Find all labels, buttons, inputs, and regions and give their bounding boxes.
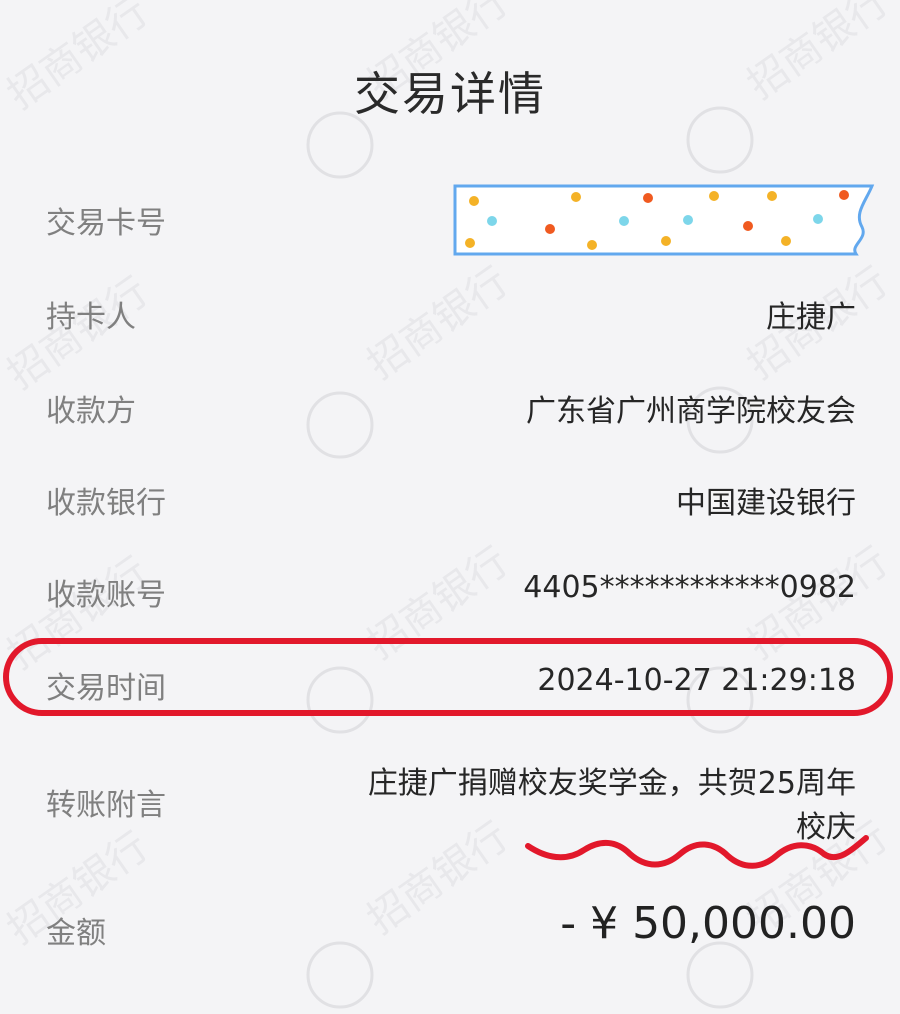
underline-squiggle [525, 835, 869, 869]
receiving-account-label: 收款账号 [46, 578, 166, 613]
card-number-label: 交易卡号 [46, 206, 166, 241]
page-title: 交易详情 [354, 67, 546, 121]
amount-label: 金额 [46, 916, 106, 951]
receiving-bank-value: 中国建设银行 [676, 486, 856, 521]
receiving-account-value: 4405************0982 [523, 570, 856, 605]
redaction-tape [453, 184, 875, 256]
watermark-text: 招商银行 [359, 814, 516, 943]
receiving-bank-label: 收款银行 [46, 486, 166, 521]
cardholder-label: 持卡人 [46, 300, 136, 335]
screen: { "page": { "title": "交易详情" }, "details"… [0, 0, 900, 1014]
transaction-time-value: 2024-10-27 21:29:18 [537, 663, 856, 698]
memo-label: 转账附言 [46, 788, 166, 823]
amount-value: - ¥ 50,000.00 [560, 898, 856, 949]
transaction-time-label: 交易时间 [46, 671, 166, 706]
memo-line-1: 庄捷广捐赠校友奖学金，共贺25周年 [367, 766, 856, 801]
payee-value: 广东省广州商学院校友会 [526, 394, 856, 429]
watermark-text: 招商银行 [359, 259, 516, 388]
payee-label: 收款方 [46, 394, 136, 429]
cardholder-value: 庄捷广 [766, 300, 856, 335]
